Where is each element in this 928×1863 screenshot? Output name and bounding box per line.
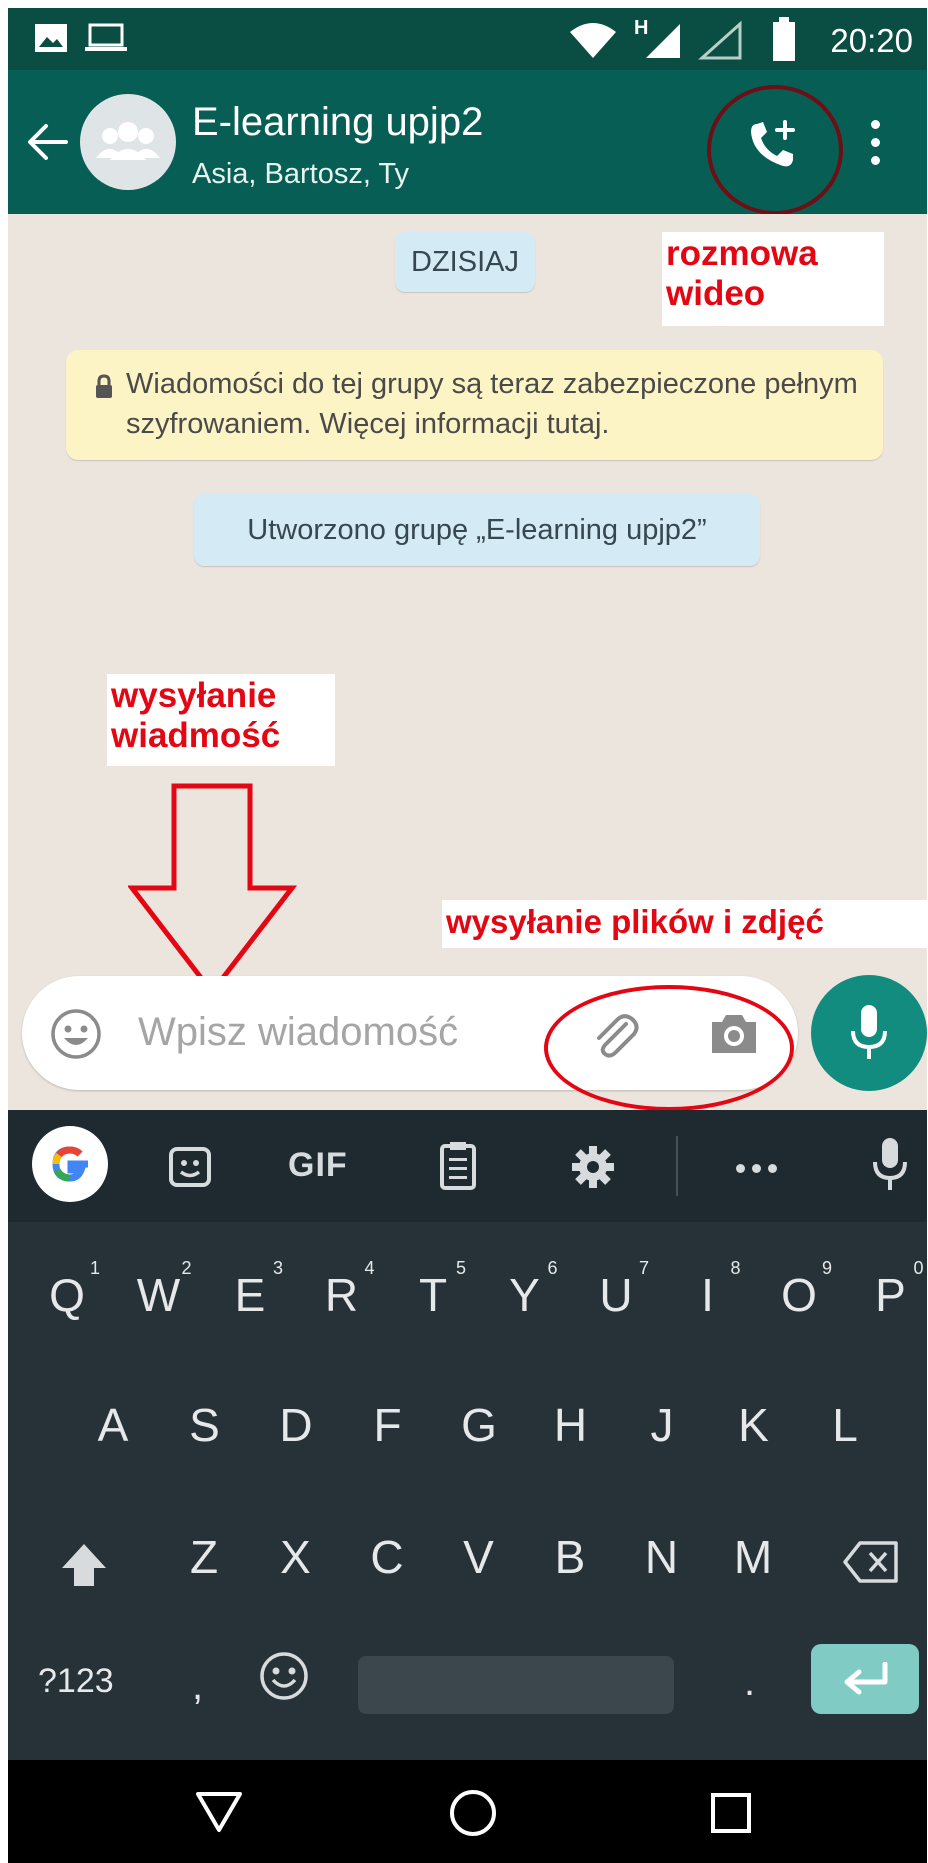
lock-icon — [96, 374, 112, 398]
key-hint-6: 6 — [547, 1258, 558, 1278]
key-hint-7: 7 — [639, 1258, 650, 1278]
laptop-notification-icon — [85, 23, 127, 51]
annotation-video-call-line2: wideo — [666, 274, 766, 313]
period-key[interactable]: . — [744, 1660, 755, 1705]
key-hint-2: 2 — [181, 1258, 192, 1278]
signal-h-icon: H — [634, 17, 680, 58]
call-highlight-circle — [707, 85, 843, 215]
navigation-bar — [8, 1760, 927, 1863]
annotation-send-message: wysyłanie wiadmość — [107, 674, 335, 766]
key-h[interactable]: H — [536, 1398, 606, 1452]
signal-empty-icon — [698, 20, 742, 60]
key-z[interactable]: Z — [169, 1530, 239, 1584]
key-b[interactable]: B — [535, 1530, 605, 1584]
annotation-send-message-line1: wysyłanie — [111, 676, 277, 715]
key-hint-9: 9 — [822, 1258, 833, 1278]
key-hint-4: 4 — [364, 1258, 375, 1278]
phone-screen: H 20:20 E-learning upjp2 Asia, Bartosz, … — [8, 8, 927, 1863]
keyboard: GIF Q1W2E3R4 T 5 Y 6 U 7 I 8 O 9 P 0 A S… — [8, 1110, 927, 1760]
microphone-icon — [851, 1005, 887, 1059]
nav-back-icon[interactable] — [194, 1790, 244, 1834]
nav-home-icon[interactable] — [448, 1788, 498, 1838]
key-hint-8: 8 — [730, 1258, 741, 1278]
toolbar-divider — [676, 1136, 678, 1196]
date-label: DZISIAJ — [395, 232, 535, 292]
enter-icon — [844, 1662, 888, 1695]
key-hint-10: 0 — [913, 1258, 924, 1278]
nav-recents-icon[interactable] — [710, 1792, 752, 1834]
attachments-highlight-circle — [544, 985, 794, 1111]
message-input[interactable]: Wpisz wiadomość — [138, 1010, 458, 1055]
annotation-send-message-line2: wiadmość — [111, 716, 281, 755]
key-l[interactable]: L — [810, 1398, 880, 1452]
annotation-video-call-line1: rozmowa — [666, 234, 818, 273]
group-members[interactable]: Asia, Bartosz, Ty — [192, 158, 409, 191]
clipboard-icon[interactable] — [438, 1140, 478, 1190]
annotation-attachments: wysyłanie plików i zdjęć — [442, 900, 927, 948]
status-bar: H 20:20 — [8, 8, 927, 70]
key-n[interactable]: N — [627, 1530, 697, 1584]
gif-button[interactable]: GIF — [288, 1146, 348, 1185]
status-time: 20:20 — [830, 22, 913, 59]
emoji-icon[interactable] — [50, 1008, 102, 1060]
group-icon — [96, 122, 160, 160]
key-hint-5: 5 — [456, 1258, 467, 1278]
voice-message-button[interactable] — [811, 975, 927, 1091]
key-v[interactable]: V — [444, 1530, 514, 1584]
google-logo-icon — [52, 1146, 88, 1182]
key-c[interactable]: C — [352, 1530, 422, 1584]
more-icon[interactable] — [736, 1160, 786, 1173]
battery-icon — [773, 17, 795, 61]
keyboard-mic-icon[interactable] — [872, 1136, 908, 1194]
key-hint-1: 1 — [90, 1258, 101, 1278]
key-hint-3: 3 — [273, 1258, 284, 1278]
enter-key[interactable] — [811, 1644, 919, 1714]
key-g[interactable]: G — [444, 1398, 514, 1452]
key-a[interactable]: A — [78, 1398, 148, 1452]
keyboard-toolbar: GIF — [8, 1110, 927, 1222]
down-arrow-annotation-icon — [128, 783, 298, 996]
shift-icon[interactable] — [58, 1540, 110, 1590]
space-key[interactable] — [358, 1656, 674, 1714]
comma-key[interactable]: , — [192, 1664, 203, 1709]
encryption-notice[interactable]: Wiadomości do tej grupy są teraz zabezpi… — [66, 350, 883, 460]
key-x[interactable]: X — [261, 1530, 331, 1584]
system-message: Utworzono grupę „E-learning upjp2” — [194, 494, 760, 566]
key-f[interactable]: F — [353, 1398, 423, 1452]
settings-gear-icon[interactable] — [570, 1144, 616, 1190]
sticker-icon[interactable] — [168, 1146, 214, 1188]
key-d[interactable]: D — [261, 1398, 331, 1452]
more-options-icon[interactable] — [871, 120, 881, 166]
svg-text:H: H — [634, 17, 648, 39]
backspace-icon[interactable] — [842, 1540, 900, 1584]
key-m[interactable]: M — [718, 1530, 788, 1584]
symbols-key[interactable]: ?123 — [38, 1662, 114, 1701]
key-s[interactable]: S — [170, 1398, 240, 1452]
google-search-icon[interactable] — [32, 1126, 108, 1202]
annotation-video-call: rozmowa wideo — [662, 232, 884, 326]
key-j[interactable]: J — [627, 1398, 697, 1452]
group-title[interactable]: E-learning upjp2 — [192, 100, 483, 145]
back-arrow-icon[interactable] — [26, 120, 70, 164]
image-notification-icon — [35, 24, 67, 52]
keyboard-emoji-icon[interactable] — [258, 1650, 310, 1702]
wifi-icon — [570, 23, 616, 58]
encryption-notice-text: Wiadomości do tej grupy są teraz zabezpi… — [126, 368, 858, 440]
group-avatar[interactable] — [80, 94, 176, 190]
key-k[interactable]: K — [719, 1398, 789, 1452]
